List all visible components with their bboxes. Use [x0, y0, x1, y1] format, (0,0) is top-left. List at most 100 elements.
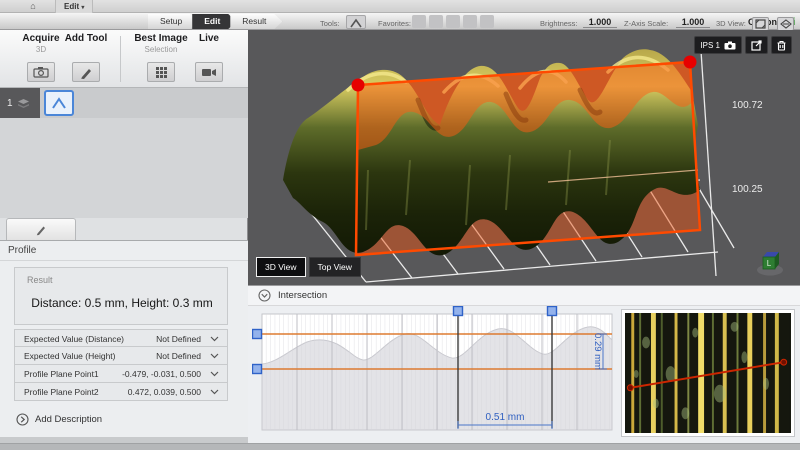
distance-handle-left[interactable]: [454, 307, 463, 316]
add-description-label: Add Description: [35, 414, 102, 425]
row-expected-height[interactable]: Expected Value (Height) Not Defined: [14, 347, 228, 365]
row-plane-point1[interactable]: Profile Plane Point1 -0.479, -0.031, 0.5…: [14, 365, 228, 383]
best-image-button[interactable]: [147, 62, 175, 82]
delete-button[interactable]: [771, 36, 792, 54]
result-value: Distance: 0.5 mm, Height: 0.3 mm: [15, 296, 229, 310]
fit-view-button[interactable]: [752, 17, 769, 31]
intersection-panel: Intersection: [248, 285, 800, 443]
viewport-3d[interactable]: IPS 1 100.72 100.25 3D View Top View L: [248, 30, 800, 285]
profile-graph[interactable]: 0.51 mm 0.29 mm: [252, 306, 617, 439]
layer-index: 1: [7, 98, 13, 109]
add-tool-button[interactable]: [72, 62, 100, 82]
divider: [0, 260, 248, 261]
chevron-down-icon[interactable]: [210, 336, 219, 342]
chevron-down-icon[interactable]: [210, 371, 219, 377]
chevron-down-icon[interactable]: [210, 353, 219, 359]
layer-row: 1: [0, 88, 248, 118]
tab-edit[interactable]: Edit: [192, 14, 236, 29]
tool-list-area[interactable]: [0, 118, 248, 218]
titlebar-edit-label: Edit: [64, 2, 79, 11]
chevron-down-icon[interactable]: [210, 389, 219, 395]
orientation-widget[interactable]: L: [750, 248, 790, 283]
acquire-subtitle: 3D: [11, 45, 71, 54]
diamond-icon: [780, 19, 792, 29]
row-value: Not Defined: [156, 334, 201, 344]
row-expected-distance[interactable]: Expected Value (Distance) Not Defined: [14, 329, 228, 347]
collapse-circle-icon[interactable]: [258, 289, 271, 302]
height-handle-top[interactable]: [253, 330, 262, 339]
favorite-slot: [429, 15, 443, 28]
layer-tab-1[interactable]: 1: [0, 88, 40, 118]
view-mode-buttons: 3D View Top View: [256, 257, 361, 277]
layers-icon: [17, 98, 30, 109]
profile-line-end[interactable]: [781, 359, 787, 365]
row-value: 0.472, 0.039, 0.500: [128, 387, 201, 397]
plane-endpoint-right[interactable]: [684, 56, 697, 69]
toolbar-divider: [120, 36, 121, 82]
plane-endpoint-left[interactable]: [352, 79, 365, 92]
tab-setup[interactable]: Setup: [148, 14, 198, 29]
zaxis-scale-label: Z-Axis Scale:: [624, 19, 668, 28]
acquire-3d-button[interactable]: [27, 62, 55, 82]
favorite-slot: [480, 15, 494, 28]
zaxis-scale-value-field[interactable]: 1.000: [676, 17, 710, 28]
home-icon[interactable]: ⌂: [22, 0, 44, 13]
video-camera-icon: [201, 67, 217, 78]
status-strip: [0, 443, 800, 450]
chevron-down-icon: ▾: [81, 5, 84, 11]
intersection-header[interactable]: Intersection: [248, 286, 800, 306]
height-handle-bottom[interactable]: [253, 365, 262, 374]
distance-value-label: 0.51 mm: [486, 412, 525, 423]
profile-panel: Profile Result Distance: 0.5 mm, Height:…: [0, 240, 248, 437]
brightness-value-field[interactable]: 1.000: [583, 17, 617, 28]
ips-capture-button[interactable]: IPS 1: [694, 36, 742, 54]
camera-icon: [33, 66, 49, 78]
top-view-image[interactable]: [622, 310, 794, 436]
result-box: Result Distance: 0.5 mm, Height: 0.3 mm: [14, 267, 228, 325]
orientation-face-label: L: [767, 259, 772, 268]
z-axis-label-bottom: 100.25: [732, 184, 776, 195]
result-label: Result: [27, 275, 53, 285]
3d-view-button[interactable]: 3D View: [256, 257, 306, 277]
3d-view-label: 3D View:: [716, 19, 746, 28]
frame-icon: [755, 19, 766, 29]
profile-line-start[interactable]: [627, 385, 633, 391]
row-label: Expected Value (Distance): [24, 334, 124, 344]
titlebar-edit-tab[interactable]: Edit ▾: [55, 0, 93, 13]
row-label: Profile Plane Point2: [24, 387, 99, 397]
add-tool-title: Add Tool: [56, 33, 116, 44]
profile-caret-icon: [50, 96, 68, 110]
row-plane-point2[interactable]: Profile Plane Point2 0.472, 0.039, 0.500: [14, 383, 228, 401]
distance-handle-right[interactable]: [548, 307, 557, 316]
favorite-slot: [463, 15, 477, 28]
edit-profile-tab[interactable]: [6, 218, 76, 240]
top-view-button[interactable]: Top View: [309, 257, 361, 277]
microscope-image: [625, 313, 791, 433]
live-title: Live: [184, 33, 234, 44]
flatten-view-button[interactable]: [777, 17, 794, 31]
titlebar: ⌂ Edit ▾: [0, 0, 800, 13]
best-image-subtitle: Selection: [126, 45, 196, 54]
row-value: Not Defined: [156, 351, 201, 361]
z-axis-label-top: 100.72: [732, 100, 776, 111]
row-value: -0.479, -0.031, 0.500: [122, 369, 201, 379]
add-description-button[interactable]: Add Description: [16, 413, 102, 426]
height-value-label: 0.29 mm: [592, 333, 603, 370]
export-button[interactable]: [745, 36, 768, 54]
tab-result[interactable]: Result: [230, 14, 282, 29]
ips-label: IPS 1: [700, 41, 720, 50]
profile-panel-title: Profile: [8, 245, 36, 256]
favorites-label: Favorites:: [378, 19, 411, 28]
intersection-title: Intersection: [278, 290, 327, 301]
profile-tool-selected[interactable]: [44, 90, 74, 116]
viewport-actions: IPS 1: [694, 36, 792, 54]
profile-tool-button[interactable]: [346, 15, 366, 29]
expand-circle-icon: [16, 413, 29, 426]
row-label: Expected Value (Height): [24, 351, 116, 361]
live-button[interactable]: [195, 62, 223, 82]
brightness-label: Brightness:: [540, 19, 578, 28]
favorite-slot: [412, 15, 426, 28]
favorite-slot: [446, 15, 460, 28]
row-label: Profile Plane Point1: [24, 369, 99, 379]
tools-label: Tools:: [320, 19, 340, 28]
